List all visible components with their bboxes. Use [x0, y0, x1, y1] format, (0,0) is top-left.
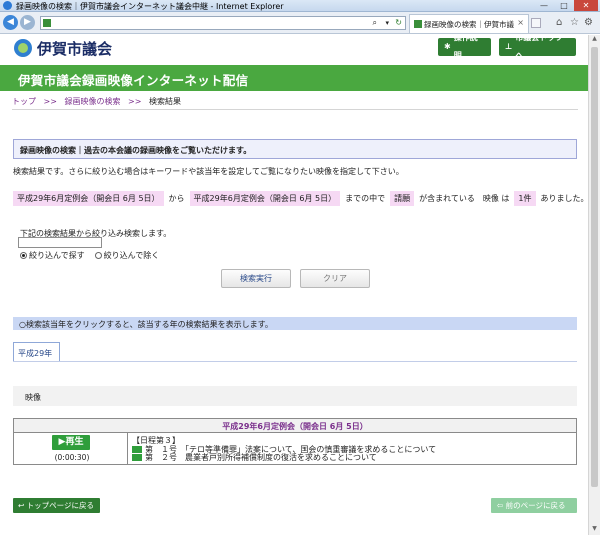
agenda-item-text: 第 ２号 農業者戸別所得補償制度の復活を求めることについて [145, 453, 377, 462]
video-duration: (0:00:30) [54, 453, 90, 462]
site-logo[interactable]: 伊賀市議会 [14, 37, 112, 59]
sitemap-icon: ⊥ [505, 42, 513, 51]
radio-include-label: 絞り込んで探す [29, 251, 85, 260]
help-button[interactable]: ✱ 操作説明 [438, 35, 491, 60]
new-tab-button[interactable] [531, 18, 541, 28]
favicon-icon [43, 19, 51, 27]
condition-end: ありました。 [540, 193, 589, 203]
back-icon[interactable]: ◀ [3, 15, 18, 30]
session-title: 平成29年6月定例会（開会日 6月 5日） [222, 422, 368, 431]
scroll-up-icon[interactable]: ▲ [589, 35, 600, 45]
petition-badge-icon [132, 454, 142, 461]
breadcrumb: トップ >> 録画映像の検索 >> 検索結果 [12, 96, 181, 107]
scroll-down-icon[interactable]: ▼ [589, 525, 600, 535]
search-description: 検索結果です。さらに絞り込む場合はキーワードや該当年を設定してご覧になりたい映像… [13, 167, 404, 176]
condition-from: 平成29年6月定例会（開会日 6月 5日） [13, 190, 164, 206]
condition-count: 1件 [514, 190, 536, 206]
page-content: 伊賀市議会 ✱ 操作説明 ⊥ 市議会トップへ 伊賀市議会録画映像インターネット配… [0, 35, 588, 535]
gear-icon: ✱ [444, 42, 451, 51]
agenda-item: 第 ２号 農業者戸別所得補償制度の復活を求めることについて [132, 452, 377, 463]
year-note: ○検索該当年をクリックすると、該当する年の検索結果を表示します。 [19, 320, 273, 329]
tab-close-icon[interactable]: × [517, 18, 524, 27]
tab-title: 録画映像の検索｜伊賀市議... [424, 20, 514, 29]
search-condition: 平成29年6月定例会（開会日 6月 5日） から 平成29年6月定例会（開会日 … [13, 190, 589, 206]
banner-title: 伊賀市議会録画映像インターネット配信 [18, 73, 249, 88]
condition-to: 平成29年6月定例会（開会日 6月 5日） [189, 190, 341, 206]
council-top-button[interactable]: ⊥ 市議会トップへ [499, 35, 576, 60]
scroll-thumb[interactable] [591, 47, 598, 487]
video-row: ▶再生 (0:00:30) 【日程第３】 第 １号 「テロ等準備罪」法案について… [13, 432, 577, 465]
play-button[interactable]: ▶再生 [52, 435, 90, 450]
radio-exclude-label: 絞り込んで除く [103, 251, 160, 260]
browser-navbar: ◀ ▶ ⌕ ▾ ↻ 録画映像の検索｜伊賀市議... × ⌂ ☆ ⚙ [0, 12, 600, 34]
maximize-button[interactable]: □ [554, 0, 574, 11]
back-to-previous-button[interactable]: ⇦ 前のページに戻る [491, 498, 577, 513]
condition-contains: が含まれている 映像 は [419, 193, 510, 203]
ie-icon [3, 1, 12, 10]
dropdown-icon[interactable]: ▾ [385, 17, 389, 29]
radio-include[interactable] [20, 252, 27, 259]
video-heading-box: 映像 [13, 386, 577, 406]
condition-kara: から [168, 193, 185, 203]
radio-exclude[interactable] [94, 252, 102, 259]
breadcrumb-sep: >> [43, 97, 57, 106]
year-tab-label: 平成29年 [18, 349, 53, 358]
forward-icon[interactable]: ▶ [20, 15, 35, 30]
condition-mademo: までの中で [345, 193, 386, 203]
back-to-top-label: トップページに戻る [26, 501, 95, 510]
year-tab-line [13, 361, 577, 362]
site-banner: 伊賀市議会録画映像インターネット配信 [0, 65, 588, 91]
year-note-bar: ○検索該当年をクリックすると、該当する年の検索結果を表示します。 [13, 317, 577, 330]
minimize-button[interactable]: — [534, 0, 554, 11]
search-icon[interactable]: ⌕ [373, 17, 377, 29]
window-title: 録画映像の検索｜伊賀市議会インターネット議会中継 - Internet Expl… [16, 2, 284, 11]
back-to-top-page-button[interactable]: ↩ トップページに戻る [13, 498, 100, 513]
title-bar: 録画映像の検索｜伊賀市議会インターネット議会中継 - Internet Expl… [0, 0, 600, 12]
search-execute-button[interactable]: 検索実行 [221, 269, 291, 288]
tab-favicon-icon [414, 20, 422, 28]
back-arrow-icon: ↩ [18, 501, 27, 510]
browser-tab[interactable]: 録画映像の検索｜伊賀市議... × [409, 14, 529, 33]
divider [12, 109, 578, 110]
breadcrumb-search-link[interactable]: 録画映像の検索 [65, 97, 121, 106]
year-tab-h29[interactable]: 平成29年 [13, 342, 60, 361]
favorites-star-icon[interactable]: ☆ [570, 17, 579, 29]
video-heading: 映像 [25, 393, 41, 402]
home-icon[interactable]: ⌂ [556, 17, 562, 29]
breadcrumb-sep: >> [128, 97, 142, 106]
help-button-label: 操作説明 [453, 35, 478, 60]
back-to-previous-label: 前のページに戻る [505, 501, 566, 510]
session-header: 平成29年6月定例会（開会日 6月 5日） [13, 418, 577, 433]
clear-button[interactable]: クリア [300, 269, 370, 288]
condition-keyword: 請願 [390, 190, 415, 206]
refine-keyword-input[interactable] [18, 237, 102, 248]
close-window-button[interactable]: ✕ [574, 0, 598, 11]
row-divider [127, 432, 128, 464]
address-bar[interactable]: ⌕ ▾ ↻ [40, 16, 406, 30]
breadcrumb-current: 検索結果 [149, 97, 181, 106]
logo-mark-icon [14, 39, 32, 57]
refine-mode: 絞り込んで探す 絞り込んで除く [20, 250, 159, 261]
vertical-scrollbar[interactable]: ▲ ▼ [588, 35, 600, 535]
breadcrumb-top-link[interactable]: トップ [12, 97, 36, 106]
refresh-icon[interactable]: ↻ [395, 17, 402, 29]
search-heading-box: 録画映像の検索｜過去の本会議の録画映像をご覧いただけます。 [13, 139, 577, 159]
search-heading: 録画映像の検索｜過去の本会議の録画映像をご覧いただけます。 [20, 146, 252, 155]
council-top-label: 市議会トップへ [515, 35, 564, 60]
back-arrow-icon: ⇦ [497, 501, 506, 510]
settings-gear-icon[interactable]: ⚙ [584, 17, 593, 29]
logo-text: 伊賀市議会 [37, 39, 113, 58]
